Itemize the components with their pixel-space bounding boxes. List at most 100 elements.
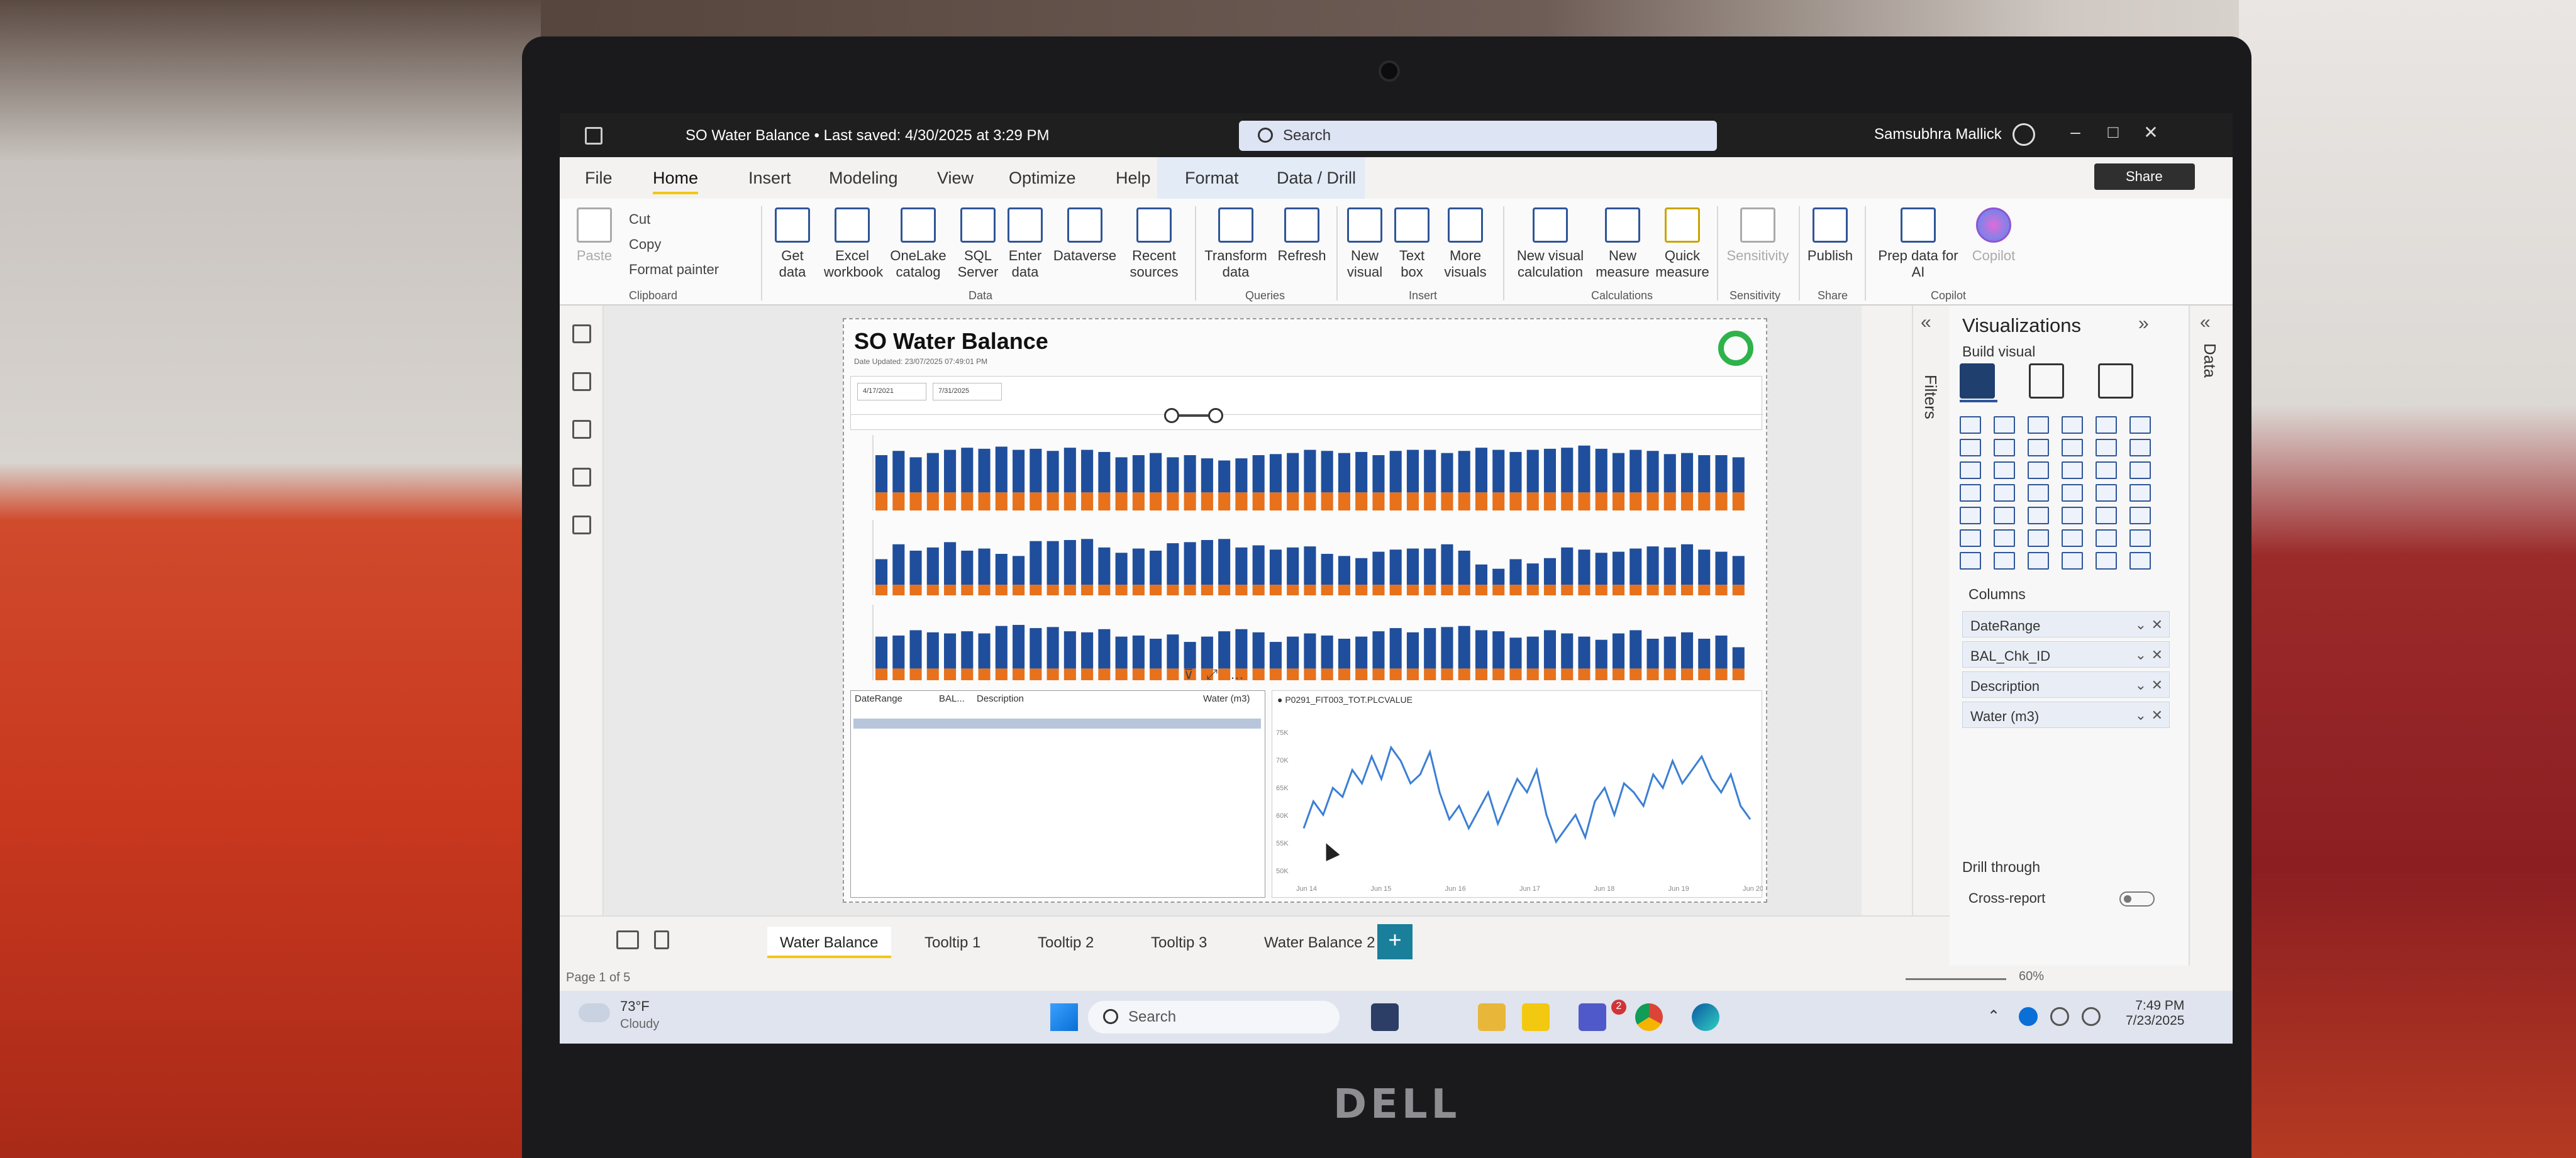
bar-segment-lower[interactable]	[1492, 585, 1505, 595]
bar-segment-lower[interactable]	[1475, 585, 1487, 595]
bar-segment-lower[interactable]	[1081, 668, 1094, 680]
bar-segment-upper[interactable]	[1612, 633, 1625, 669]
tmdl-view-icon[interactable]	[572, 516, 591, 534]
close-icon[interactable]: ✕	[2138, 122, 2163, 147]
bar-segment-upper[interactable]	[1732, 457, 1745, 493]
bar-segment-upper[interactable]	[1201, 458, 1213, 493]
visual-type-icon[interactable]	[1960, 439, 1981, 456]
slider-end-handle[interactable]	[1208, 408, 1223, 423]
bar-segment-lower[interactable]	[1098, 668, 1111, 680]
visual-type-icon[interactable]	[2062, 484, 2083, 502]
bar-segment-upper[interactable]	[1578, 549, 1591, 585]
visual-type-icon[interactable]	[1960, 552, 1981, 570]
bar-segment-upper[interactable]	[1338, 556, 1350, 585]
analytics-tab-icon[interactable]	[2098, 363, 2133, 399]
visual-type-icon[interactable]	[2096, 507, 2117, 524]
bar-segment-lower[interactable]	[1030, 668, 1042, 680]
bar-segment-lower[interactable]	[1526, 668, 1539, 680]
bar-segment-upper[interactable]	[1304, 449, 1316, 493]
bar-segment-upper[interactable]	[1629, 548, 1642, 585]
bar-segment-lower[interactable]	[1458, 668, 1470, 680]
bar-segment-upper[interactable]	[944, 542, 957, 585]
bar-segment-upper[interactable]	[1269, 642, 1282, 669]
bar-segment-lower[interactable]	[1543, 585, 1557, 595]
column-header-daterange[interactable]: DateRange	[855, 693, 902, 704]
bar-segment-upper[interactable]	[1355, 636, 1368, 669]
bar-segment-lower[interactable]	[1389, 492, 1402, 510]
bar-segment-lower[interactable]	[1269, 668, 1282, 680]
copy-button[interactable]: Copy	[629, 236, 661, 253]
bar-segment-lower[interactable]	[961, 668, 974, 680]
bar-segment-lower[interactable]	[1321, 668, 1333, 680]
bar-segment-upper[interactable]	[1543, 558, 1557, 585]
bar-segment-upper[interactable]	[1150, 550, 1162, 585]
visual-type-icon[interactable]	[2096, 461, 2117, 479]
bar-segment-lower[interactable]	[944, 668, 957, 680]
bar-segment-upper[interactable]	[1321, 451, 1333, 493]
bar-segment-lower[interactable]	[926, 492, 939, 510]
bar-segment-lower[interactable]	[1406, 668, 1419, 680]
visual-type-icon[interactable]	[2096, 416, 2117, 434]
bar-segment-upper[interactable]	[1218, 539, 1231, 585]
tab-view[interactable]: View	[937, 168, 974, 188]
data-label[interactable]: Data	[2200, 343, 2219, 378]
bar-segment-upper[interactable]	[1184, 455, 1196, 493]
water-balance-table[interactable]: DateRange BAL... Description Water (m3)	[850, 690, 1265, 898]
visual-type-icon[interactable]	[2028, 507, 2049, 524]
bar-segment-upper[interactable]	[892, 544, 905, 585]
bar-segment-upper[interactable]	[892, 451, 905, 493]
visual-type-icon[interactable]	[1994, 484, 2015, 502]
field-well-daterange[interactable]: DateRange ⌄ ✕	[1962, 611, 2170, 637]
bar-segment-upper[interactable]	[1046, 541, 1059, 585]
bar-segment-upper[interactable]	[1458, 626, 1470, 669]
bar-segment-upper[interactable]	[892, 635, 905, 669]
bar-segment-upper[interactable]	[1304, 546, 1316, 585]
bar-segment-upper[interactable]	[875, 455, 888, 493]
visual-type-icon[interactable]	[2028, 461, 2049, 479]
bar-segment-upper[interactable]	[1732, 556, 1745, 585]
bar-segment-lower[interactable]	[1492, 492, 1505, 510]
bar-segment-lower[interactable]	[1063, 585, 1076, 595]
page-tab-water-balance-2[interactable]: Water Balance 2	[1252, 927, 1388, 958]
bar-segment-upper[interactable]	[1081, 449, 1094, 493]
format-visual-tab-icon[interactable]	[2029, 363, 2064, 399]
bar-segment-lower[interactable]	[1081, 585, 1094, 595]
bar-segment-upper[interactable]	[1269, 454, 1282, 493]
bar-segment-upper[interactable]	[1201, 540, 1213, 585]
bar-segment-upper[interactable]	[1013, 556, 1025, 585]
bar-segment-lower[interactable]	[995, 585, 1008, 595]
bar-segment-upper[interactable]	[1167, 543, 1179, 585]
bar-segment-upper[interactable]	[1184, 542, 1196, 585]
bar-segment-lower[interactable]	[1646, 585, 1659, 595]
bar-segment-lower[interactable]	[1663, 492, 1676, 510]
bar-segment-upper[interactable]	[1492, 568, 1505, 585]
bar-segment-lower[interactable]	[1715, 668, 1728, 680]
bar-segment-upper[interactable]	[1030, 541, 1042, 585]
bar-segment-lower[interactable]	[1663, 668, 1676, 680]
collapse-visualizations-icon[interactable]: »	[2138, 313, 2149, 334]
bar-segment-lower[interactable]	[1132, 585, 1145, 595]
bar-segment-upper[interactable]	[1030, 628, 1042, 669]
recent-sources-button[interactable]: Recent sources	[1123, 207, 1185, 280]
bar-segment-lower[interactable]	[1578, 668, 1591, 680]
visual-type-icon[interactable]	[1994, 507, 2015, 524]
bar-segment-upper[interactable]	[1561, 633, 1574, 669]
bar-segment-lower[interactable]	[1526, 492, 1539, 510]
chevron-down-icon[interactable]: ⌄	[2135, 647, 2146, 663]
bar-segment-upper[interactable]	[1150, 453, 1162, 493]
visual-type-icon[interactable]	[2129, 461, 2151, 479]
bar-segment-lower[interactable]	[1509, 585, 1522, 595]
bar-segment-lower[interactable]	[1132, 492, 1145, 510]
chevron-up-icon[interactable]: ⌃	[1987, 1007, 2006, 1026]
visual-type-icon[interactable]	[1960, 416, 1981, 434]
column-header-bal[interactable]: BAL...	[939, 693, 965, 704]
bar-segment-upper[interactable]	[1201, 636, 1213, 669]
more-options-icon[interactable]: …	[1230, 666, 1244, 682]
bar-segment-upper[interactable]	[1115, 457, 1128, 493]
maximize-icon[interactable]: □	[2101, 122, 2126, 147]
bar-segment-lower[interactable]	[944, 585, 957, 595]
filters-label[interactable]: Filters	[1921, 375, 1940, 419]
save-icon[interactable]	[585, 127, 602, 145]
column-header-description[interactable]: Description	[977, 693, 1024, 704]
bar-segment-lower[interactable]	[1698, 585, 1711, 595]
